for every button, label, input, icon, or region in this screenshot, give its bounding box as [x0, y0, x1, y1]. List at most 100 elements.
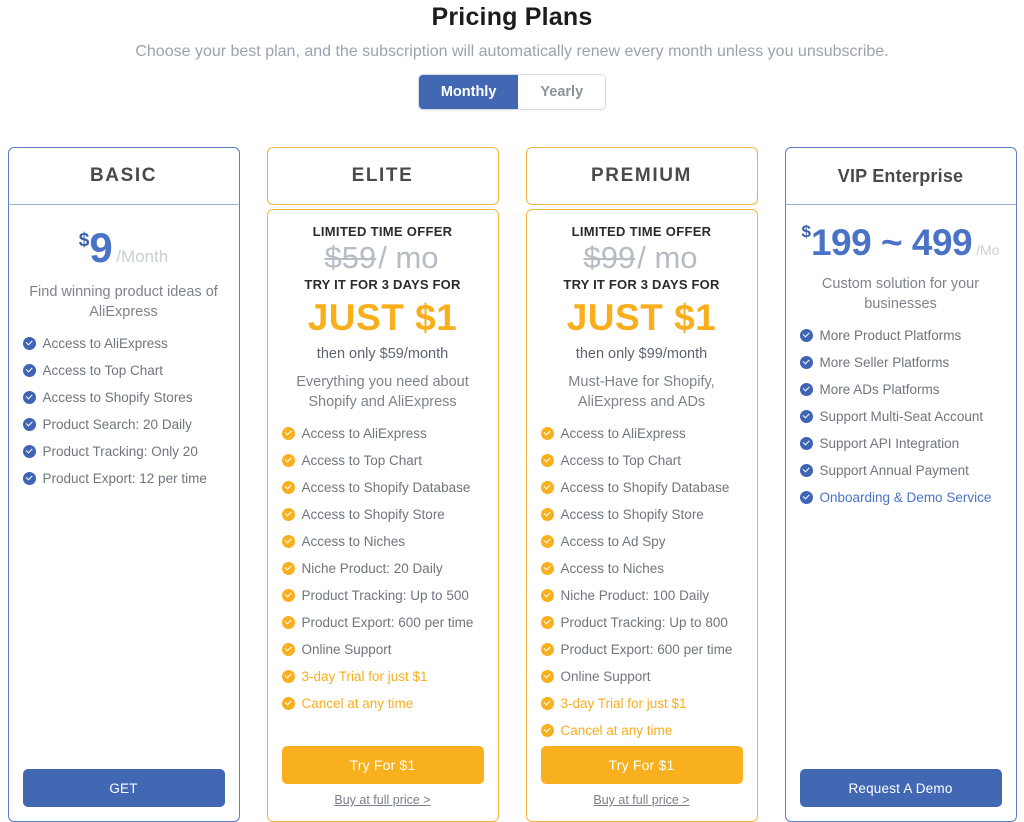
feature-label: Access to Top Chart	[301, 453, 423, 468]
check-icon	[281, 562, 295, 575]
feature-label: Product Export: 600 per time	[560, 642, 733, 657]
check-icon	[281, 643, 295, 656]
check-icon	[281, 535, 295, 548]
plan-card-premium: PREMIUM LIMITED TIME OFFER $99/ mo TRY I…	[525, 147, 758, 822]
list-item: 3-day Trial for just $1	[540, 691, 743, 718]
buy-at-full-price-link-premium[interactable]: Buy at full price >	[541, 793, 743, 807]
billing-toggle-wrap: Monthly Yearly	[0, 74, 1024, 110]
old-price-period: / mo	[637, 240, 698, 275]
get-button[interactable]: GET	[22, 769, 225, 807]
feature-label: Support Multi-Seat Account	[819, 409, 984, 424]
trial-price-elite: JUST $1	[307, 297, 458, 338]
plan-tagline-basic: Find winning product ideas of AliExpress	[29, 284, 218, 320]
plan-name-vip: VIP Enterprise	[837, 165, 964, 186]
check-icon	[540, 697, 554, 710]
feature-label: Access to Top Chart	[42, 363, 164, 378]
check-icon	[22, 472, 36, 485]
feature-label: Access to Top Chart	[560, 453, 682, 468]
check-icon	[540, 643, 554, 656]
list-item: More Product Platforms	[799, 323, 1002, 350]
feature-label: Access to Shopify Database	[301, 480, 471, 495]
check-icon	[22, 364, 36, 377]
old-price-elite: $59/ mo	[282, 240, 484, 276]
feature-label: Access to AliExpress	[301, 426, 427, 441]
toggle-yearly[interactable]: Yearly	[518, 75, 606, 109]
plan-card-elite: ELITE LIMITED TIME OFFER $59/ mo TRY IT …	[266, 147, 499, 822]
try-for-1-button-elite[interactable]: Try For $1	[281, 746, 484, 784]
list-item: Product Export: 600 per time	[540, 637, 743, 664]
list-item: Product Export: 12 per time	[22, 466, 225, 493]
limited-offer-label-premium: LIMITED TIME OFFER	[571, 224, 712, 239]
list-item: Access to Shopify Database	[281, 475, 484, 502]
plan-body-premium: LIMITED TIME OFFER $99/ mo TRY IT FOR 3 …	[525, 209, 758, 822]
check-icon	[799, 329, 813, 342]
list-item: Cancel at any time	[540, 718, 743, 745]
list-item: Access to Top Chart	[281, 448, 484, 475]
list-item: Access to AliExpress	[540, 421, 743, 448]
feature-list-basic: Access to AliExpress Access to Top Chart…	[22, 331, 225, 493]
plan-tagline-premium: Must-Have for Shopify, AliExpress and AD…	[568, 374, 715, 410]
plan-name-elite: ELITE	[351, 165, 414, 186]
list-item: Onboarding & Demo Service	[799, 485, 1002, 512]
plan-card-vip: VIP Enterprise $199 ~ 499/Mo Custom solu…	[784, 147, 1017, 822]
price-period: /Month	[116, 247, 169, 266]
cta-area-premium: Try For $1 Buy at full price >	[540, 746, 743, 821]
plan-name-premium: PREMIUM	[591, 165, 692, 186]
list-item: Support Annual Payment	[799, 458, 1002, 485]
buy-at-full-price-link-elite[interactable]: Buy at full price >	[282, 793, 484, 807]
check-icon	[540, 589, 554, 602]
feature-list-vip: More Product Platforms More Seller Platf…	[799, 323, 1002, 512]
list-item: Access to Shopify Database	[540, 475, 743, 502]
trial-label-elite: TRY IT FOR 3 DAYS FOR	[304, 277, 461, 292]
price-amount: 9	[89, 224, 113, 271]
request-a-demo-button[interactable]: Request A Demo	[799, 769, 1002, 807]
check-icon	[799, 410, 813, 423]
list-item: Niche Product: 100 Daily	[540, 583, 743, 610]
price-basic: $9/Month	[23, 215, 225, 269]
check-icon	[540, 427, 554, 440]
price-currency: $	[801, 222, 811, 241]
feature-label: More Product Platforms	[819, 328, 962, 343]
billing-toggle[interactable]: Monthly Yearly	[417, 74, 607, 110]
list-item: Cancel at any time	[281, 691, 484, 718]
cta-area-elite: Try For $1 Buy at full price >	[281, 746, 484, 821]
limited-offer-label-elite: LIMITED TIME OFFER	[312, 224, 453, 239]
check-icon	[281, 616, 295, 629]
feature-label: Access to Shopify Store	[301, 507, 445, 522]
feature-label: 3-day Trial for just $1	[560, 696, 687, 711]
list-item: Niche Product: 20 Daily	[281, 556, 484, 583]
plan-card-basic: BASIC $9/Month Find winning product idea…	[7, 147, 240, 822]
feature-label: Niche Product: 20 Daily	[301, 561, 443, 576]
cta-area-vip: Request A Demo	[799, 769, 1002, 821]
list-item: Product Export: 600 per time	[281, 610, 484, 637]
old-price-value: $99	[583, 240, 636, 275]
check-icon	[22, 418, 36, 431]
feature-label: Access to Niches	[301, 534, 406, 549]
feature-label: Access to Ad Spy	[560, 534, 666, 549]
feature-label: Cancel at any time	[560, 723, 673, 738]
check-icon	[799, 464, 813, 477]
check-icon	[22, 391, 36, 404]
list-item: Access to Niches	[281, 529, 484, 556]
plan-body-basic: $9/Month Find winning product ideas of A…	[7, 205, 240, 822]
list-item: Product Tracking: Only 20	[22, 439, 225, 466]
feature-label: Product Export: 12 per time	[42, 471, 207, 486]
feature-label: Product Export: 600 per time	[301, 615, 474, 630]
trial-price-premium: JUST $1	[566, 297, 717, 338]
list-item: Access to Shopify Store	[281, 502, 484, 529]
cta-area-basic: GET	[22, 769, 225, 821]
plan-header-vip: VIP Enterprise	[784, 147, 1017, 205]
plan-tagline-elite: Everything you need about Shopify and Al…	[296, 374, 469, 410]
try-for-1-button-premium[interactable]: Try For $1	[540, 746, 743, 784]
list-item: Access to Top Chart	[540, 448, 743, 475]
price-amount: 199 ~ 499	[810, 222, 973, 263]
plan-header-premium: PREMIUM	[525, 147, 758, 205]
plan-name-basic: BASIC	[89, 165, 158, 186]
list-item: 3-day Trial for just $1	[281, 664, 484, 691]
list-item: Access to AliExpress	[22, 331, 225, 358]
toggle-monthly[interactable]: Monthly	[418, 75, 519, 109]
list-item: Online Support	[540, 664, 743, 691]
feature-label: Product Tracking: Only 20	[42, 444, 198, 459]
list-item: Support Multi-Seat Account	[799, 404, 1002, 431]
feature-label: Access to Niches	[560, 561, 665, 576]
